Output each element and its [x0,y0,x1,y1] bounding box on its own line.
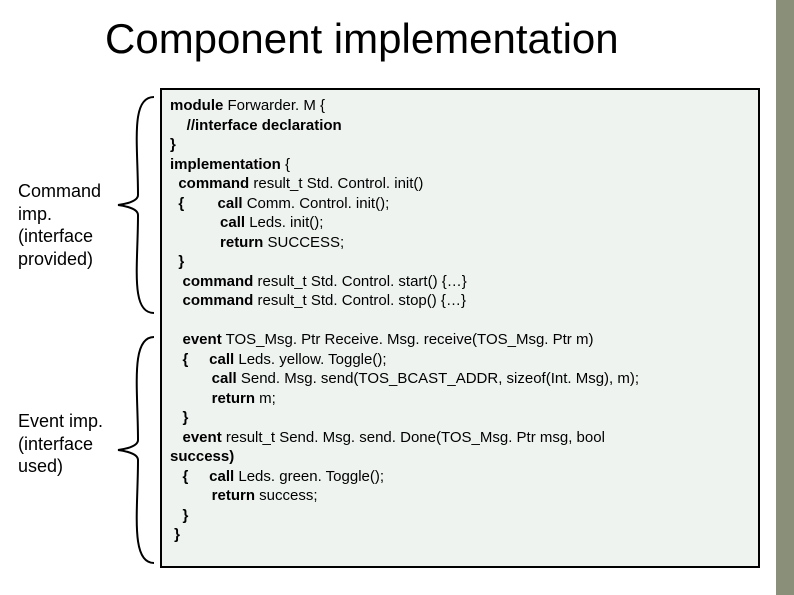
code-line: event TOS_Msg. Ptr Receive. Msg. receive… [170,330,750,350]
code-line: implementation { [170,155,750,175]
code-line: command result_t Std. Control. stop() {…… [170,291,750,311]
code-line: return m; [170,389,750,409]
code-line: command result_t Std. Control. start() {… [170,272,750,292]
code-line: event result_t Send. Msg. send. Done(TOS… [170,428,750,448]
accent-bar [776,0,794,595]
code-line: //interface declaration [170,116,750,136]
brace-icon [110,95,158,315]
code-line: return SUCCESS; [170,233,750,253]
code-line: { call Leds. yellow. Toggle(); [170,350,750,370]
code-box: module Forwarder. M { //interface declar… [160,88,760,568]
code-line: command result_t Std. Control. init() [170,174,750,194]
code-line: } [170,506,750,526]
page-title: Component implementation [0,0,794,63]
code-line: success) [170,447,750,467]
code-line: call Leds. init(); [170,213,750,233]
code-line: } [170,135,750,155]
code-line [170,311,750,331]
code-line: return success; [170,486,750,506]
code-line: } [170,252,750,272]
code-line: } [170,408,750,428]
brace-icon [110,335,158,565]
code-line: call Send. Msg. send(TOS_BCAST_ADDR, siz… [170,369,750,389]
code-line: { call Comm. Control. init(); [170,194,750,214]
code-line: } [170,525,750,545]
code-line: { call Leds. green. Toggle(); [170,467,750,487]
code-line: module Forwarder. M { [170,96,750,116]
